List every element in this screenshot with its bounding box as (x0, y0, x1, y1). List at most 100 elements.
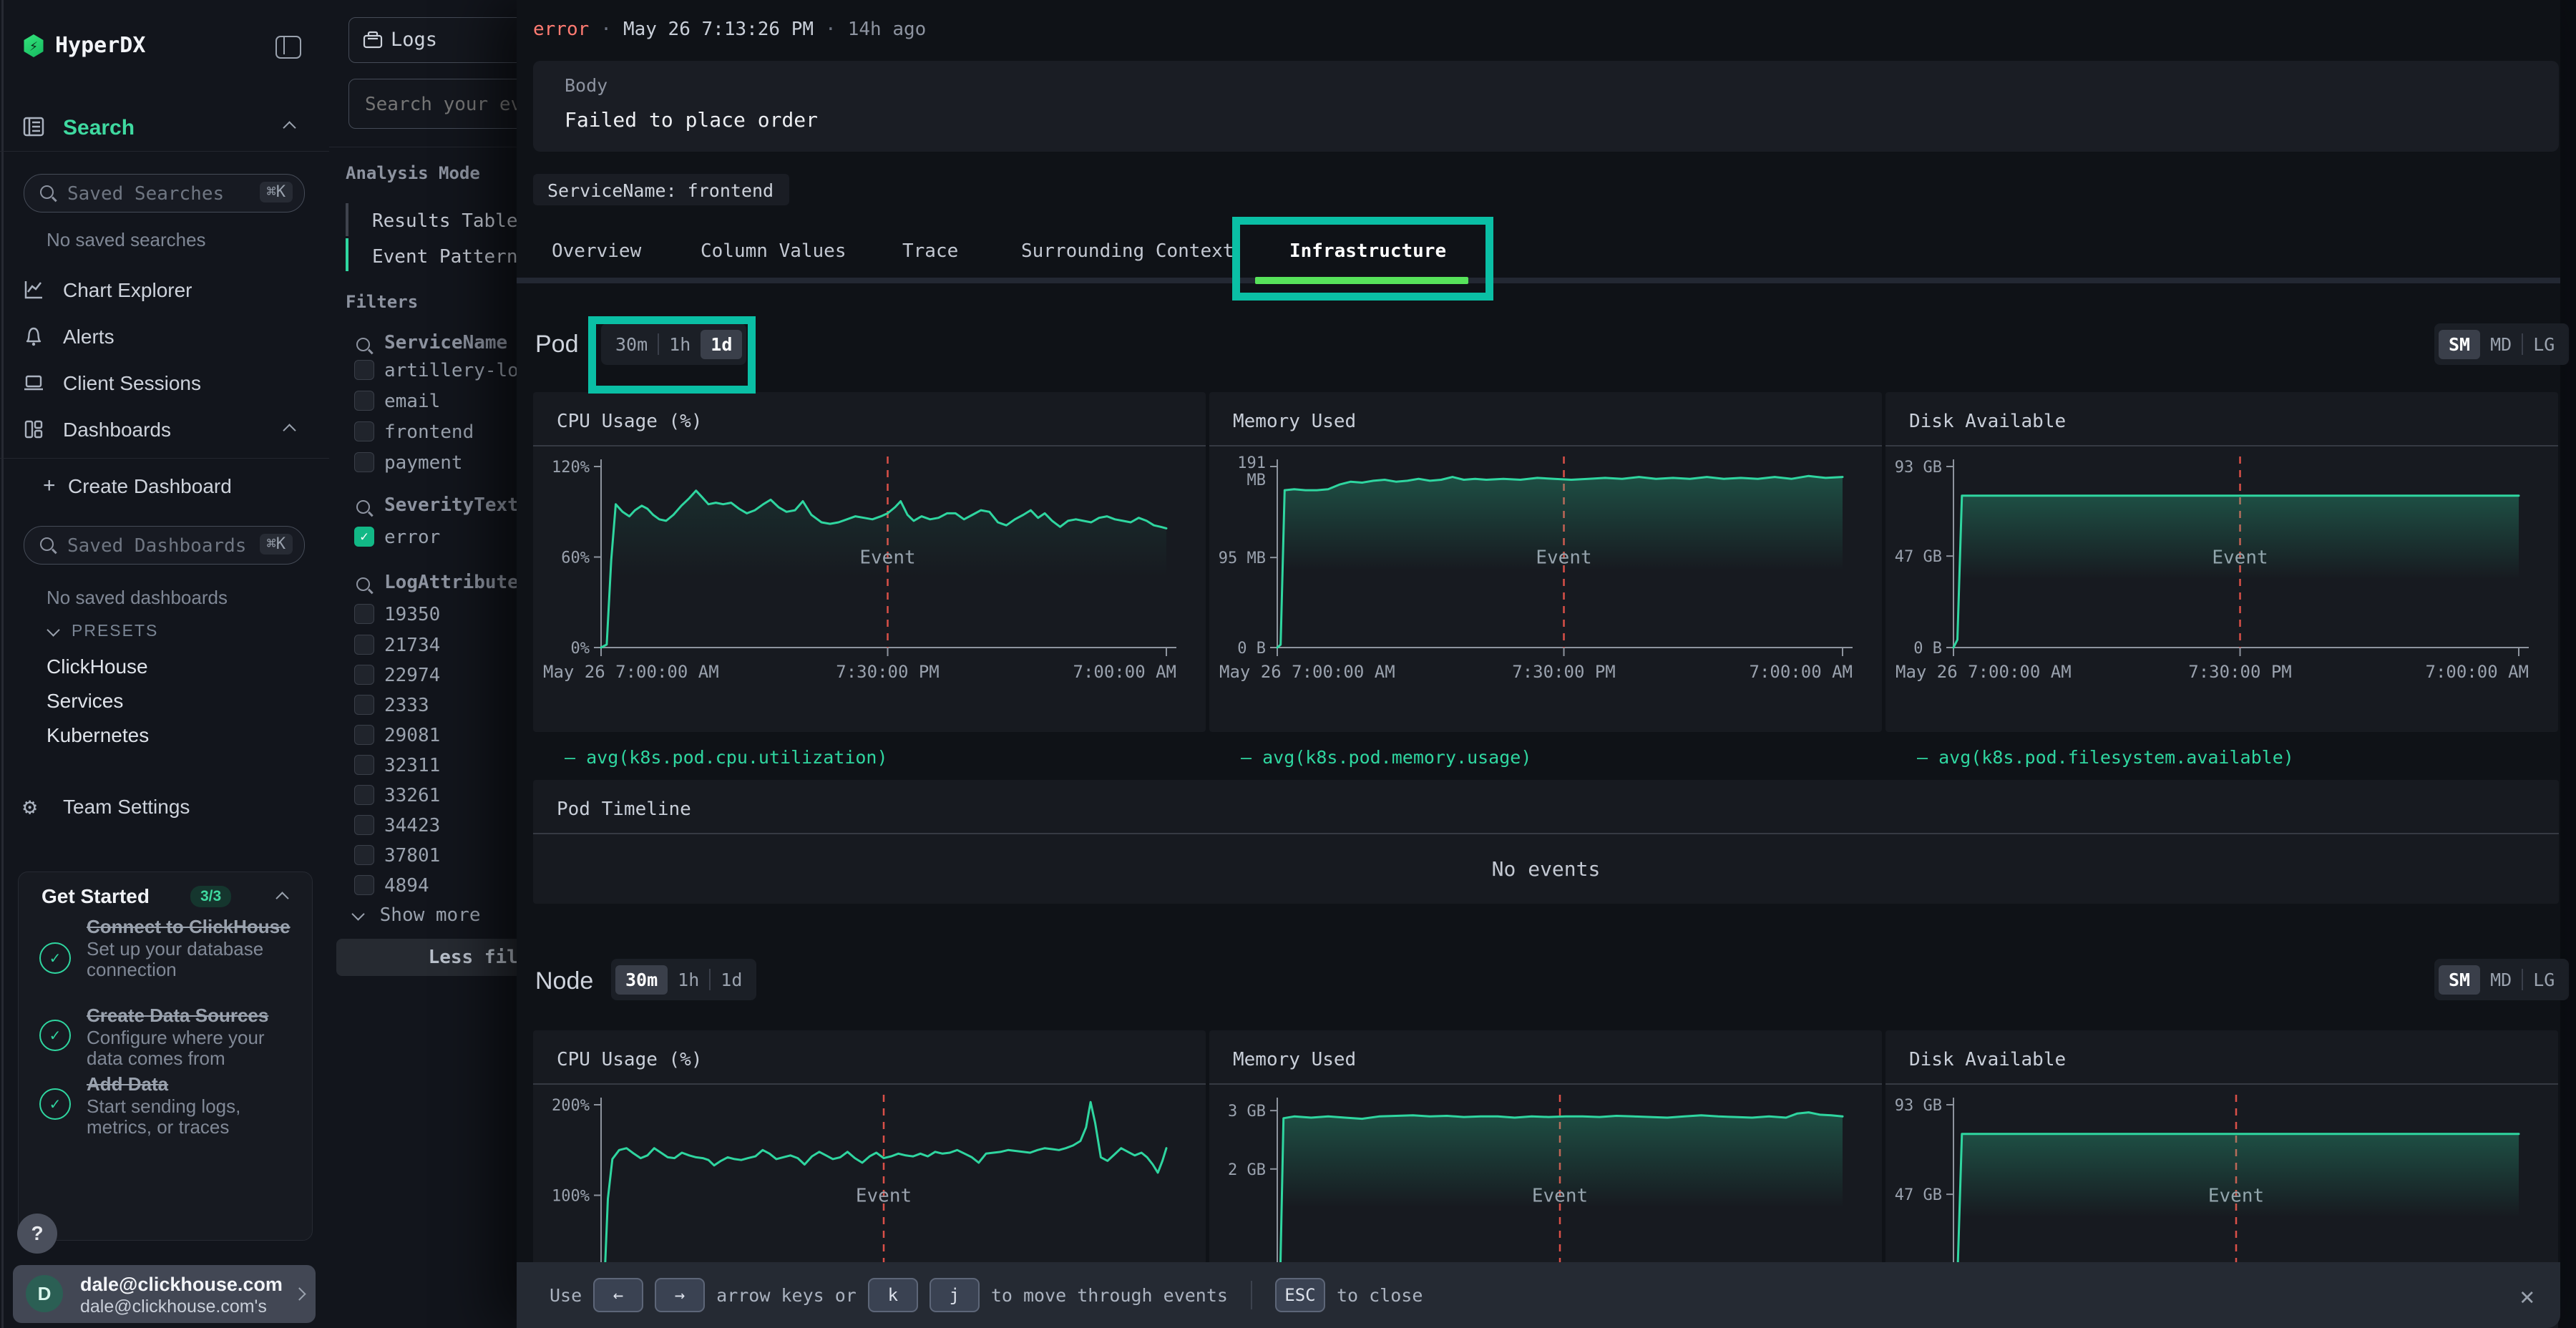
svg-text:100%: 100% (552, 1188, 590, 1206)
chevron-right-icon (293, 1287, 306, 1300)
mode-results-table[interactable]: Results Table (372, 210, 517, 232)
filter-option[interactable]: 4894 (384, 875, 429, 897)
sidebar-item-dashboards[interactable]: Dashboards (0, 417, 329, 446)
chevron-up-icon[interactable] (283, 121, 296, 134)
filter-option[interactable]: 32311 (384, 755, 440, 776)
checkbox[interactable] (354, 604, 374, 624)
filter-option[interactable]: 29081 (384, 725, 440, 746)
saved-searches-input[interactable]: ⌘K (24, 174, 305, 213)
time-option-30m[interactable]: 30m (605, 330, 658, 359)
time-option-30m[interactable]: 30m (615, 965, 668, 995)
filter-option[interactable]: payment (384, 452, 463, 474)
sidebar-item-kubernetes[interactable]: Kubernetes (47, 724, 149, 747)
sidebar-item-team-settings[interactable]: ⚙ Team Settings (0, 794, 329, 823)
show-more-button[interactable]: Show more (353, 904, 481, 926)
sidebar-item-alerts[interactable]: Alerts (0, 324, 329, 353)
svg-text:7:30:00 PM: 7:30:00 PM (836, 662, 940, 682)
filter-option[interactable]: artillery-load (384, 360, 517, 381)
checkbox[interactable] (354, 391, 374, 411)
tab-trace[interactable]: Trace (902, 240, 958, 262)
k-keycap: k (868, 1278, 918, 1312)
collapse-sidebar-icon[interactable] (275, 36, 301, 59)
mode-event-patterns[interactable]: Event Patterns (372, 246, 517, 268)
user-menu[interactable]: D dale@clickhouse.com dale@clickhouse.co… (13, 1265, 316, 1323)
filter-option[interactable]: 21734 (384, 635, 440, 656)
saved-dashboards-field[interactable] (66, 527, 248, 565)
pod-disk-chart[interactable]: 93 GB47 GB0 BMay 26 7:00:00 AM7:30:00 PM… (1885, 446, 2558, 732)
sidebar-item-services[interactable]: Services (47, 690, 123, 713)
time-option-1h[interactable]: 1h (659, 330, 701, 359)
event-search-input[interactable] (348, 79, 517, 129)
filter-option[interactable]: 19350 (384, 604, 440, 625)
search-icon[interactable] (356, 500, 370, 514)
chart-card-header: Pod Timeline (533, 780, 2559, 834)
move-through-events-text: to move through events (991, 1285, 1228, 1306)
checkbox[interactable] (354, 875, 374, 895)
pod-memory-chart[interactable]: 191MB95 MB0 BMay 26 7:00:00 AM7:30:00 PM… (1209, 446, 1882, 732)
help-button[interactable]: ? (17, 1214, 57, 1254)
filter-option[interactable]: email (384, 391, 440, 412)
saved-dashboards-input[interactable]: ⌘K (24, 526, 305, 565)
service-name-chip[interactable]: ServiceName: frontend (533, 174, 789, 205)
checkbox[interactable] (354, 360, 374, 380)
checkbox[interactable] (354, 635, 374, 655)
checkbox[interactable] (354, 695, 374, 715)
size-option-sm[interactable]: SM (2439, 965, 2480, 995)
pod-cpu-chart[interactable]: 120%60%0%May 26 7:00:00 AM7:30:00 PM7:00… (533, 446, 1206, 732)
filter-option[interactable]: 34423 (384, 815, 440, 836)
filter-option[interactable]: 37801 (384, 845, 440, 866)
get-started-item[interactable]: ✓ Create Data Sources Configure where yo… (19, 1005, 312, 1065)
tab-infrastructure[interactable]: Infrastructure (1289, 240, 1446, 262)
search-icon[interactable] (356, 338, 370, 351)
event-search-field[interactable] (364, 79, 517, 130)
saved-searches-field[interactable] (66, 175, 248, 213)
filter-option[interactable]: 22974 (384, 665, 440, 686)
checkbox[interactable] (354, 815, 374, 835)
source-select[interactable]: Logs (348, 17, 517, 63)
chevron-down-icon[interactable] (47, 623, 59, 636)
mode-rail-active (346, 238, 348, 271)
search-icon[interactable] (356, 577, 370, 591)
get-started-item[interactable]: ✓ Connect to ClickHouse Set up your data… (19, 917, 312, 997)
keyboard-hints-bar: Use ← → arrow keys or k j to move throug… (517, 1262, 2560, 1328)
filter-option[interactable]: error (384, 527, 440, 548)
tab-column-values[interactable]: Column Values (701, 240, 847, 262)
size-option-sm[interactable]: SM (2439, 330, 2480, 359)
checkbox[interactable] (354, 845, 374, 865)
chevron-up-icon[interactable] (283, 424, 296, 436)
sidebar-scrollbar[interactable] (1, 0, 4, 1328)
time-option-1d[interactable]: 1d (701, 330, 742, 359)
filter-option[interactable]: frontend (384, 421, 474, 443)
sidebar-item-search[interactable]: Search (0, 114, 329, 143)
time-option-1h[interactable]: 1h (668, 965, 709, 995)
get-started-title: Get Started (42, 885, 150, 908)
chart-svg: 191MB95 MB0 BMay 26 7:00:00 AM7:30:00 PM… (1209, 446, 1882, 732)
filter-option[interactable]: 2333 (384, 695, 429, 716)
checkbox[interactable] (354, 665, 374, 685)
time-option-1d[interactable]: 1d (711, 965, 752, 995)
checkbox-checked[interactable]: ✓ (354, 527, 374, 547)
tabs-divider (517, 278, 2560, 283)
chevron-up-icon[interactable] (275, 892, 288, 904)
sidebar-item-chart-explorer[interactable]: Chart Explorer (0, 278, 329, 306)
checkbox[interactable] (354, 725, 374, 745)
checkbox[interactable] (354, 785, 374, 805)
get-started-item[interactable]: ✓ Add Data Start sending logs, metrics, … (19, 1074, 312, 1134)
sidebar-item-clickhouse[interactable]: ClickHouse (47, 655, 148, 678)
tab-surrounding-context[interactable]: Surrounding Context (1021, 240, 1234, 262)
filter-option[interactable]: 33261 (384, 785, 440, 806)
checkbox[interactable] (354, 452, 374, 472)
size-option-lg[interactable]: LG (2523, 965, 2565, 995)
sidebar-item-client-sessions[interactable]: Client Sessions (0, 371, 329, 399)
less-filters-button[interactable]: Less filters (336, 939, 517, 976)
create-dashboard-button[interactable]: + Create Dashboard (0, 474, 329, 502)
checkbox[interactable] (354, 755, 374, 775)
size-option-md[interactable]: MD (2480, 330, 2522, 359)
presets-section-label[interactable]: PRESETS (72, 621, 158, 640)
size-option-lg[interactable]: LG (2523, 330, 2565, 359)
size-option-md[interactable]: MD (2480, 965, 2522, 995)
pod-disk-chart-card: Disk Available 93 GB47 GB0 BMay 26 7:00:… (1885, 392, 2558, 732)
checkbox[interactable] (354, 421, 374, 441)
close-icon[interactable]: ✕ (2520, 1282, 2534, 1311)
tab-overview[interactable]: Overview (552, 240, 641, 262)
